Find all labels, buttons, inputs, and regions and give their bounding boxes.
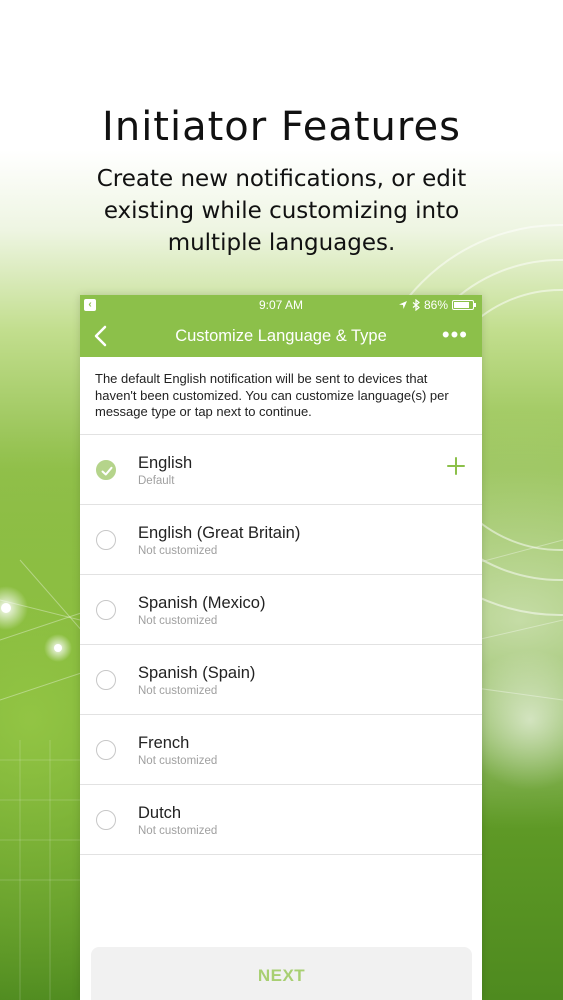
nav-bar: Customize Language & Type ••• — [80, 315, 482, 357]
nav-title: Customize Language & Type — [175, 326, 387, 345]
location-icon — [398, 301, 407, 309]
language-status: Default — [138, 475, 175, 487]
language-name: English — [138, 454, 193, 472]
language-status: Not customized — [138, 545, 218, 557]
promo-headline: Initiator Features — [102, 104, 461, 150]
language-name: Spanish (Mexico) — [138, 594, 266, 612]
language-name: French — [138, 734, 190, 752]
language-status: Not customized — [138, 615, 218, 627]
phone-screen: ‹ 9:07 AM 86% Customize Language & Type … — [80, 295, 482, 1000]
next-button[interactable]: NEXT — [91, 947, 472, 1000]
language-name: Dutch — [138, 804, 182, 822]
radio-circle-icon[interactable] — [96, 530, 116, 550]
language-status: Not customized — [138, 685, 218, 697]
chevron-left-icon[interactable] — [90, 324, 114, 348]
language-item-english[interactable]: English Default — [80, 435, 482, 505]
language-list: English Default English (Great Britain) … — [80, 435, 482, 855]
language-item-spanish-mexico[interactable]: Spanish (Mexico) Not customized — [80, 575, 482, 645]
intro-text: The default English notification will be… — [80, 357, 482, 435]
plus-icon[interactable] — [446, 456, 466, 476]
language-name: Spanish (Spain) — [138, 664, 256, 682]
promo-subline: Create new notifications, or edit existi… — [96, 166, 467, 256]
status-right: 86% — [398, 298, 476, 312]
battery-percent: 86% — [423, 298, 448, 312]
radio-circle-icon[interactable] — [96, 740, 116, 760]
language-status: Not customized — [138, 755, 218, 767]
bluetooth-icon — [412, 299, 420, 311]
language-status: Not customized — [138, 825, 218, 837]
language-item-spanish-spain[interactable]: Spanish (Spain) Not customized — [80, 645, 482, 715]
checkmark-icon[interactable] — [96, 460, 116, 480]
status-bar: ‹ 9:07 AM 86% — [80, 295, 482, 315]
language-item-english-gb[interactable]: English (Great Britain) Not customized — [80, 505, 482, 575]
battery-icon — [452, 300, 476, 310]
language-item-dutch[interactable]: Dutch Not customized — [80, 785, 482, 855]
radio-circle-icon[interactable] — [96, 670, 116, 690]
language-name: English (Great Britain) — [138, 524, 301, 542]
radio-circle-icon[interactable] — [96, 600, 116, 620]
radio-circle-icon[interactable] — [96, 810, 116, 830]
language-item-french[interactable]: French Not customized — [80, 715, 482, 785]
ellipsis-icon[interactable]: ••• — [442, 324, 468, 346]
